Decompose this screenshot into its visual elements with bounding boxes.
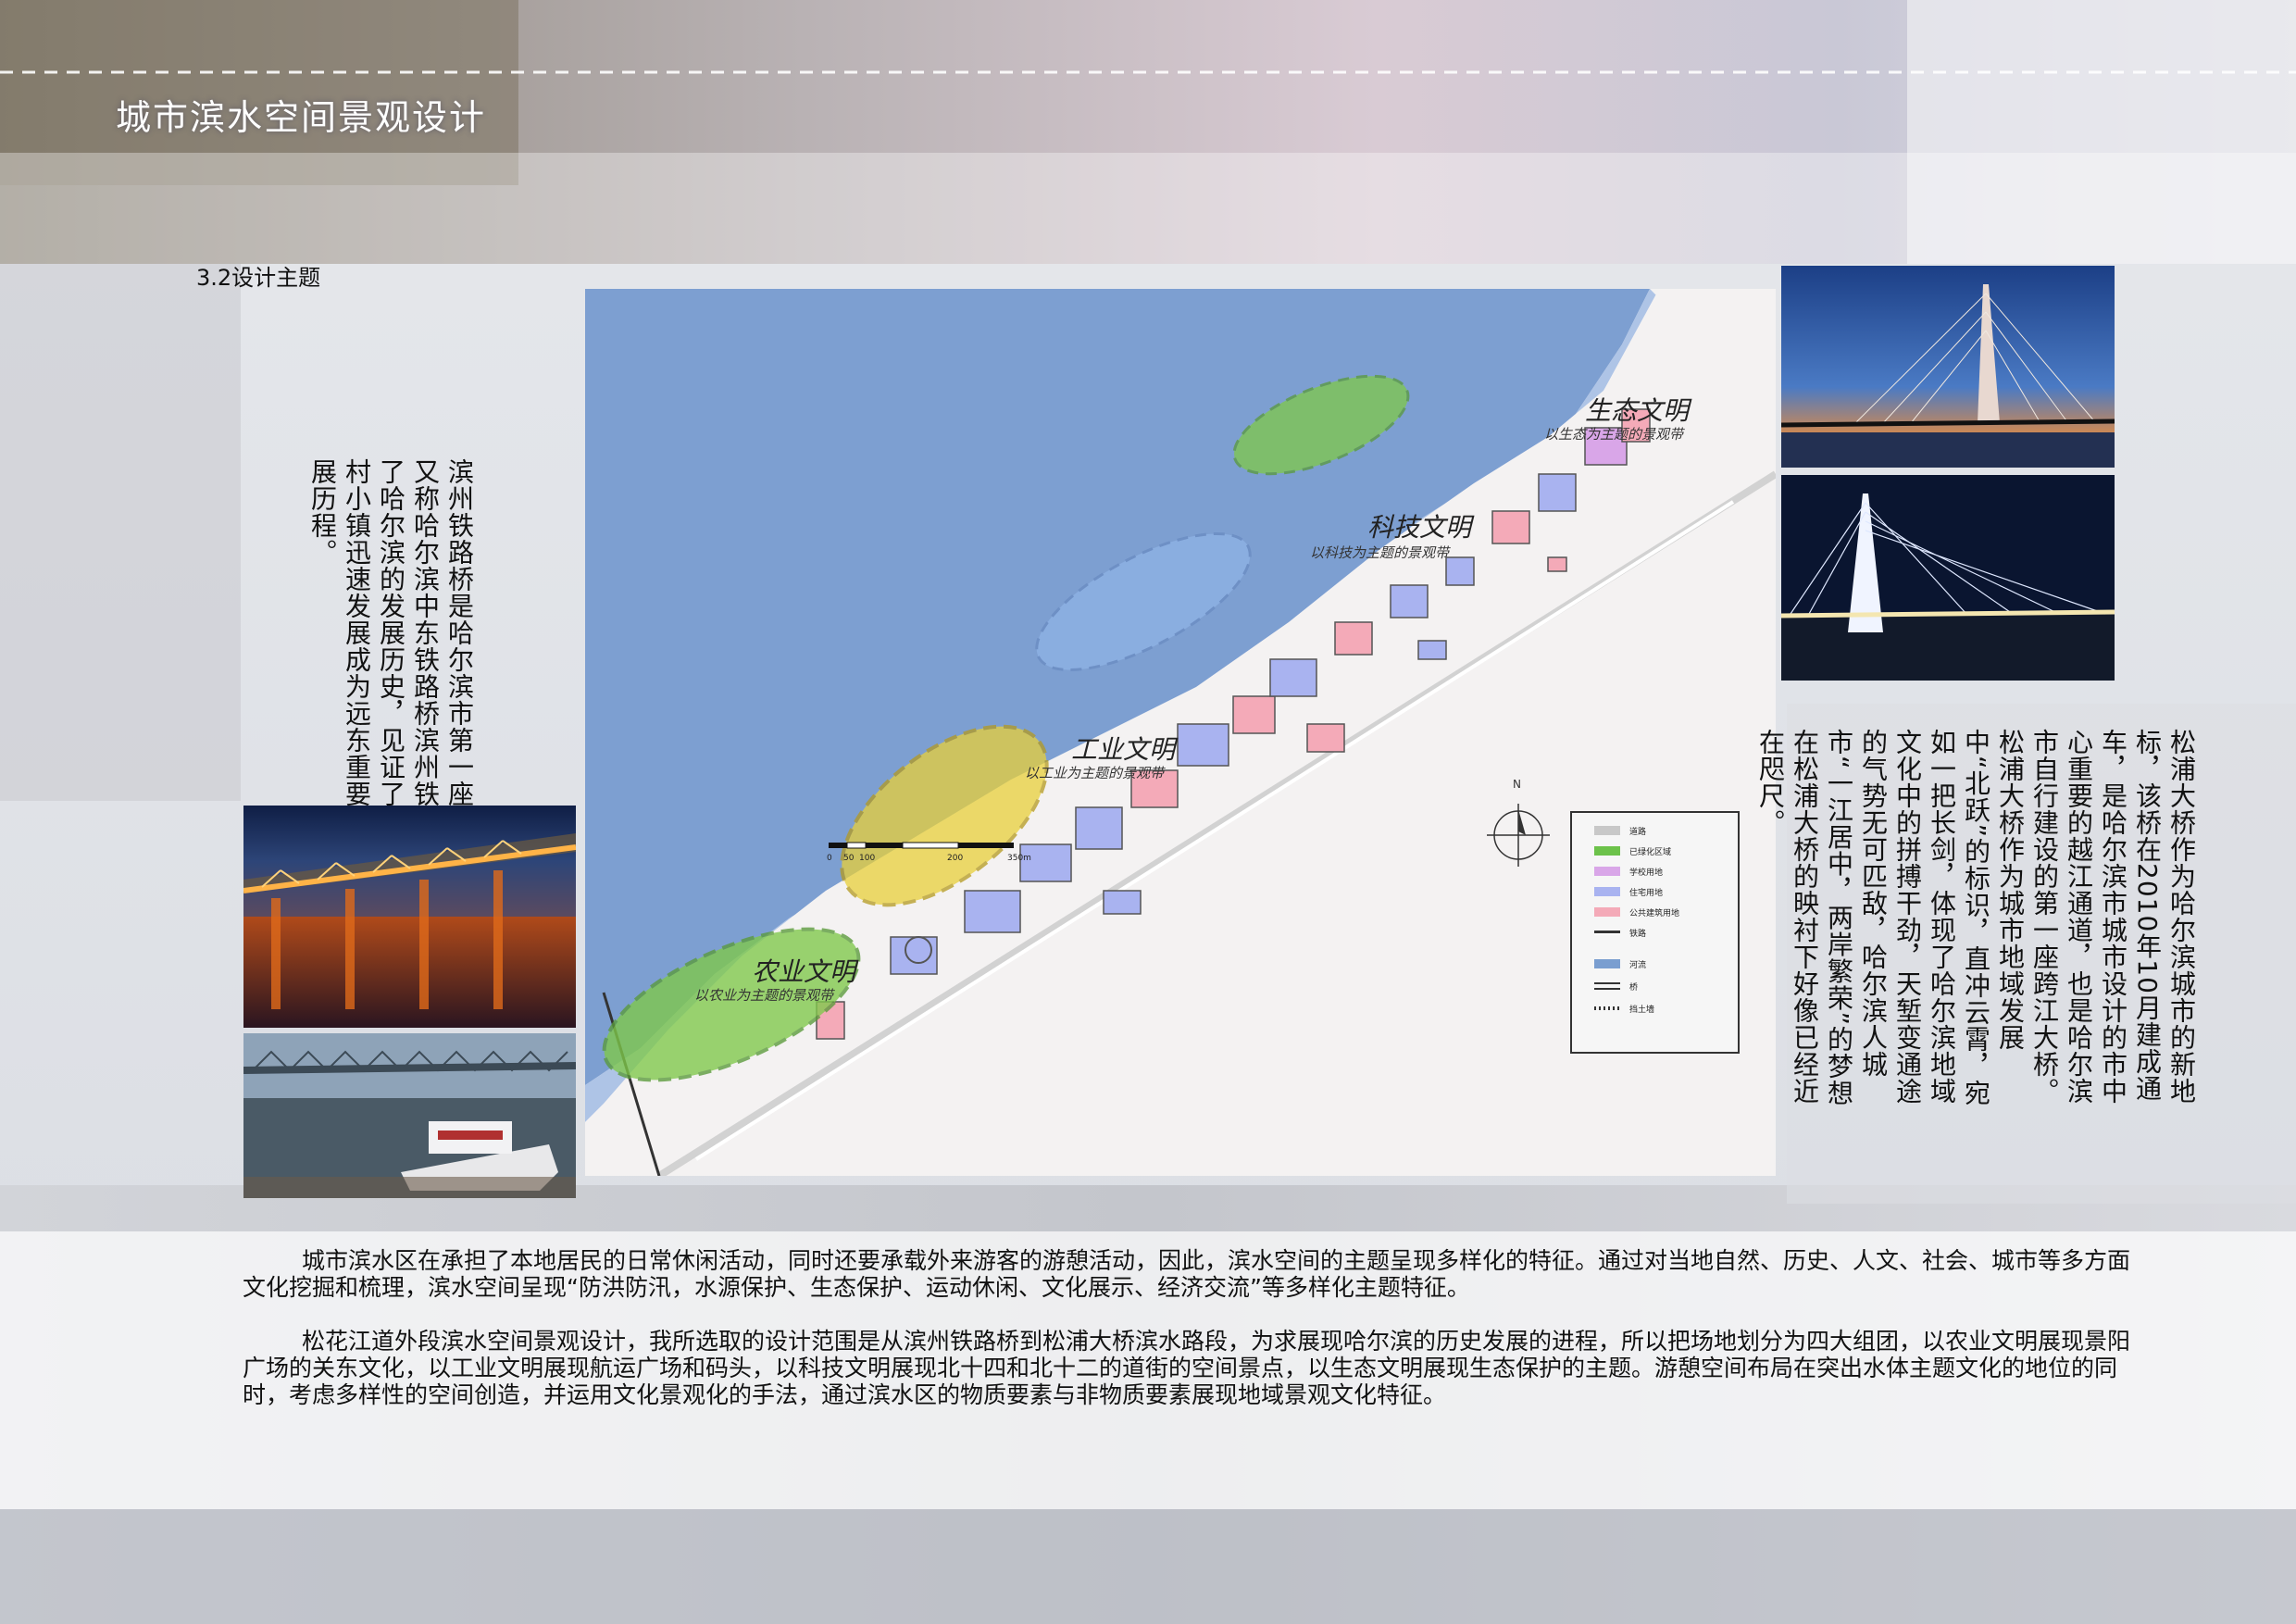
legend-label-railway: 铁路 [1629, 929, 1647, 939]
zone-industry-label: 工业文明 [1071, 734, 1176, 765]
legend-label-road: 道路 [1629, 827, 1647, 837]
legend-label-wall: 挡土墙 [1629, 1005, 1655, 1015]
scale-bar [829, 842, 1014, 849]
paragraph-design-scope: 松花江道外段滨水空间景观设计，我所选取的设计范围是从滨州铁路桥到松浦大桥滨水路段… [243, 1328, 2131, 1408]
legend-swatch-school [1594, 867, 1620, 876]
songpu-bridge-dusk-photo [1781, 266, 2115, 468]
site-plan-map: 农业文明 以农业为主题的景观带 工业文明 以工业为主题的景观带 科技文明 以科技… [585, 289, 1776, 1176]
legend-label-public: 公共建筑用地 [1629, 908, 1680, 918]
songpu-bridge-night-photo [1781, 475, 2115, 681]
songpu-bridge-description: 松浦大桥作为哈尔滨城市的新地标，该桥在2010年10月建成通车，是哈尔滨市城市设… [1755, 729, 2197, 1107]
scale-tick-100: 100 [859, 854, 876, 863]
legend-label-river: 河流 [1629, 960, 1647, 970]
scale-tick-50: 50 [843, 854, 855, 863]
legend-swatch-bridge [1594, 982, 1620, 990]
zone-ecology-subtitle: 以生态为主题的景观带 [1544, 426, 1684, 443]
map-legend: 道路 已绿化区域 学校用地 住宅用地 公共建筑用地 铁路 河流 桥 挡土墙 [1570, 811, 1740, 1054]
legend-label-bridge: 桥 [1629, 982, 1639, 993]
legend-label-residential: 住宅用地 [1629, 888, 1664, 898]
legend-swatch-river [1594, 959, 1620, 968]
railway-bridge-ferry-photo [243, 1033, 576, 1198]
legend-swatch-residential [1594, 887, 1620, 896]
paragraph-waterfront-themes: 城市滨水区在承担了本地居民的日常休闲活动，同时还要承载外来游客的游憩活动，因此，… [243, 1247, 2131, 1301]
legend-swatch-green [1594, 846, 1620, 856]
zone-ecology-label: 生态文明 [1585, 395, 1690, 426]
scale-tick-350: 350m [1007, 854, 1031, 863]
zone-agriculture-label: 农业文明 [752, 956, 856, 987]
legend-swatch-railway [1594, 930, 1620, 935]
zone-technology-subtitle: 以科技为主题的景观带 [1310, 544, 1450, 561]
legend-swatch-road [1594, 826, 1620, 835]
zone-industry-subtitle: 以工业为主题的景观带 [1025, 765, 1165, 781]
legend-swatch-public [1594, 907, 1620, 917]
scale-tick-0: 0 [827, 854, 832, 863]
section-heading: 3.2设计主题 [196, 265, 321, 291]
legend-label-school: 学校用地 [1629, 868, 1664, 878]
scale-tick-200: 200 [947, 854, 964, 863]
legend-swatch-wall [1594, 1006, 1620, 1010]
legend-label-green: 已绿化区域 [1629, 847, 1672, 857]
zone-agriculture-subtitle: 以农业为主题的景观带 [694, 987, 834, 1004]
zone-technology-label: 科技文明 [1367, 512, 1472, 543]
page-title: 城市滨水空间景观设计 [116, 97, 487, 138]
north-label: N [1513, 778, 1521, 791]
railway-bridge-night-photo [243, 806, 576, 1028]
